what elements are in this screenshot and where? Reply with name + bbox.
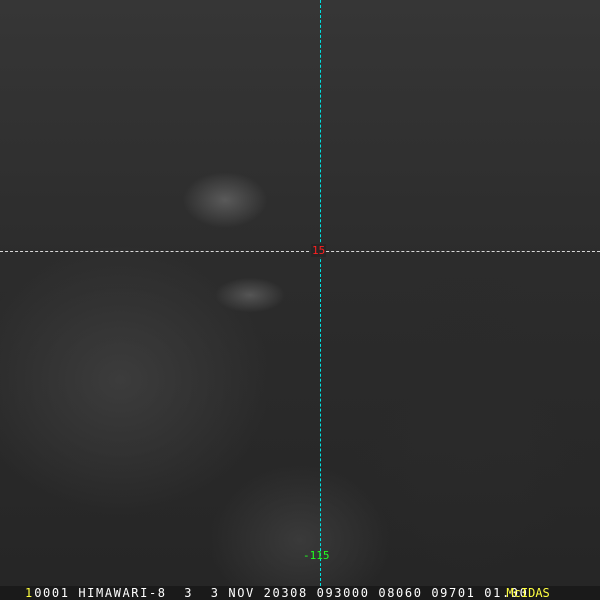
mcidas-logo: McIDAS — [506, 586, 550, 600]
longitude-gridline — [320, 0, 321, 586]
satellite-view: 15 -115 1 0001 HIMAWARI-8 3 3 NOV 20308 … — [0, 0, 600, 600]
longitude-label: -115 — [303, 549, 330, 562]
latitude-label: 15 — [311, 244, 327, 257]
status-bar: 1 0001 HIMAWARI-8 3 3 NOV 20308 093000 0… — [0, 586, 600, 600]
satellite-image: 15 -115 — [0, 0, 600, 586]
image-info: 0001 HIMAWARI-8 3 3 NOV 20308 093000 080… — [34, 586, 529, 600]
frame-number: 1 — [25, 586, 33, 600]
latitude-gridline — [0, 251, 600, 252]
